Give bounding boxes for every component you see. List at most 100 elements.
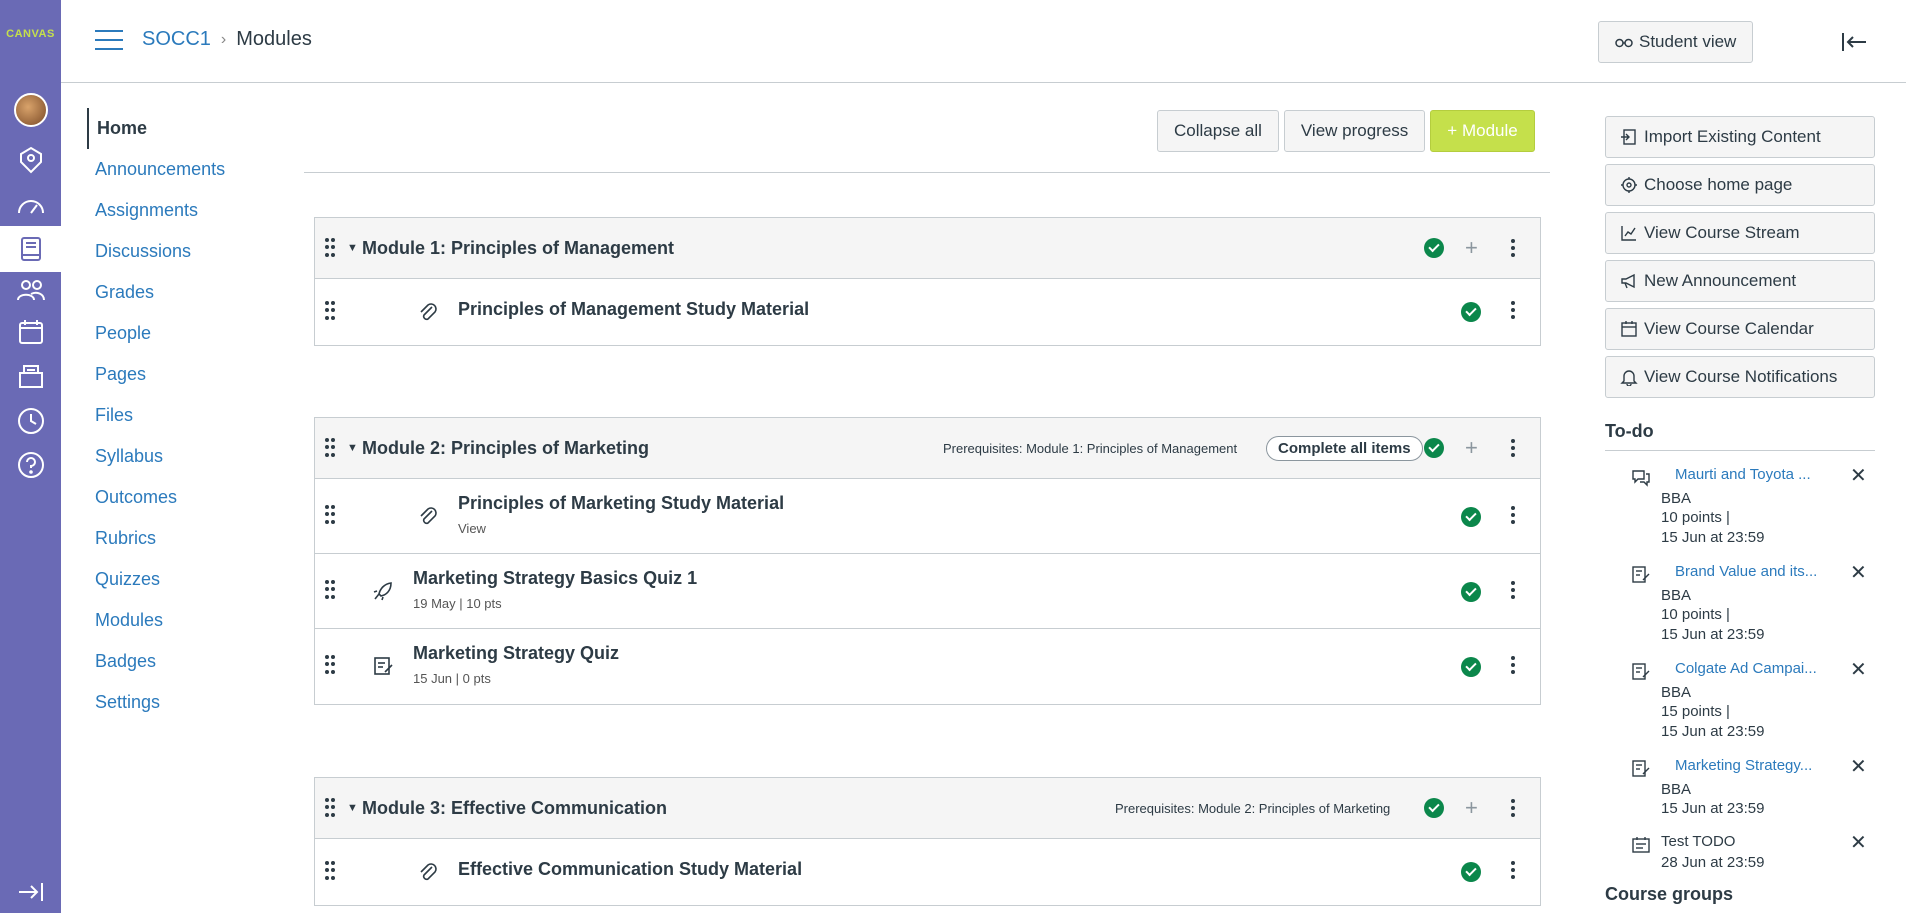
todo-title-link[interactable]: Maurti and Toyota ...	[1675, 466, 1811, 483]
module-menu-icon[interactable]	[1511, 239, 1515, 257]
hamburger-menu-icon[interactable]	[95, 30, 123, 52]
course-nav-pages[interactable]: Pages	[87, 354, 267, 395]
bell-icon	[1620, 370, 1638, 386]
todo-title-link[interactable]: Brand Value and its...	[1675, 563, 1817, 580]
todo-due: 15 Jun at 23:59	[1661, 529, 1765, 546]
dismiss-icon[interactable]: ✕	[1850, 466, 1867, 486]
choose-home-page-button[interactable]: Choose home page	[1605, 164, 1875, 206]
module-3: ▼ Module 3: Effective Communication Prer…	[314, 777, 1541, 906]
calendar-icon[interactable]	[0, 310, 61, 354]
module-header[interactable]: ▼ Module 3: Effective Communication Prer…	[315, 778, 1540, 839]
drag-handle-icon[interactable]	[325, 798, 335, 818]
item-menu-icon[interactable]	[1511, 301, 1515, 319]
item-title[interactable]: Principles of Marketing Study Material	[458, 493, 784, 514]
module-header[interactable]: ▼ Module 2: Principles of Marketing Prer…	[315, 418, 1540, 479]
todo-title[interactable]: Test TODO	[1661, 833, 1735, 850]
drag-handle-icon[interactable]	[325, 580, 335, 600]
collapse-caret-icon[interactable]: ▼	[347, 242, 358, 254]
courses-icon[interactable]	[0, 226, 61, 272]
attachment-icon	[420, 303, 437, 321]
module-1: ▼ Module 1: Principles of Management + P…	[314, 217, 1541, 346]
expand-nav-icon[interactable]	[0, 870, 61, 914]
item-menu-icon[interactable]	[1511, 581, 1515, 599]
course-nav-home[interactable]: Home	[87, 108, 267, 149]
collapse-caret-icon[interactable]: ▼	[347, 442, 358, 454]
item-title[interactable]: Marketing Strategy Quiz	[413, 643, 619, 664]
rocket-quiz-icon	[373, 582, 392, 601]
collapse-caret-icon[interactable]: ▼	[347, 802, 358, 814]
target-icon	[1621, 177, 1637, 193]
course-nav-outcomes[interactable]: Outcomes	[87, 477, 267, 518]
module-item[interactable]: Marketing Strategy Basics Quiz 1 19 May …	[315, 554, 1540, 629]
view-progress-button[interactable]: View progress	[1283, 110, 1426, 152]
completed-check-icon	[1461, 302, 1481, 322]
course-nav-grades[interactable]: Grades	[87, 272, 267, 313]
dismiss-icon[interactable]: ✕	[1850, 660, 1867, 680]
module-header[interactable]: ▼ Module 1: Principles of Management +	[315, 218, 1540, 279]
todo-title-link[interactable]: Colgate Ad Campai...	[1675, 660, 1817, 677]
collapse-sidebar-icon[interactable]	[1840, 28, 1868, 56]
view-course-notifications-button[interactable]: View Course Notifications	[1605, 356, 1875, 398]
add-item-icon[interactable]: +	[1465, 795, 1478, 821]
groups-icon[interactable]	[0, 268, 61, 312]
module-item[interactable]: Effective Communication Study Material	[315, 839, 1540, 905]
view-course-stream-button[interactable]: View Course Stream	[1605, 212, 1875, 254]
canvas-logo[interactable]: CANVAS	[0, 28, 61, 40]
admin-icon[interactable]	[0, 138, 61, 182]
todo-icon	[1632, 837, 1650, 853]
drag-handle-icon[interactable]	[325, 655, 335, 675]
course-nav-rubrics[interactable]: Rubrics	[87, 518, 267, 559]
item-title[interactable]: Marketing Strategy Basics Quiz 1	[413, 568, 697, 589]
course-nav-modules[interactable]: Modules	[87, 600, 267, 641]
module-item[interactable]: Principles of Management Study Material	[315, 279, 1540, 345]
todo-item: Marketing Strategy... BBA 15 Jun at 23:5…	[1605, 757, 1875, 823]
collapse-all-button[interactable]: Collapse all	[1157, 110, 1279, 152]
student-view-label: Student view	[1639, 32, 1737, 51]
module-title: Module 2: Principles of Marketing	[362, 437, 650, 458]
inbox-icon[interactable]	[0, 355, 61, 399]
drag-handle-icon[interactable]	[325, 861, 335, 881]
item-menu-icon[interactable]	[1511, 656, 1515, 674]
dismiss-icon[interactable]: ✕	[1850, 833, 1867, 853]
item-menu-icon[interactable]	[1511, 506, 1515, 524]
dashboard-icon[interactable]	[0, 185, 61, 229]
item-menu-icon[interactable]	[1511, 861, 1515, 879]
course-nav-announcements[interactable]: Announcements	[87, 149, 267, 190]
dismiss-icon[interactable]: ✕	[1850, 757, 1867, 777]
add-module-button[interactable]: + Module	[1430, 110, 1535, 152]
course-nav-assignments[interactable]: Assignments	[87, 190, 267, 231]
drag-handle-icon[interactable]	[325, 438, 335, 458]
toolbar-divider	[304, 172, 1550, 173]
course-nav-files[interactable]: Files	[87, 395, 267, 436]
add-item-icon[interactable]: +	[1465, 235, 1478, 261]
view-course-calendar-button[interactable]: View Course Calendar	[1605, 308, 1875, 350]
course-nav-quizzes[interactable]: Quizzes	[87, 559, 267, 600]
course-nav-settings[interactable]: Settings	[87, 682, 267, 723]
drag-handle-icon[interactable]	[325, 238, 335, 258]
module-item[interactable]: Principles of Marketing Study Material V…	[315, 479, 1540, 554]
student-view-button[interactable]: Student view	[1598, 21, 1754, 63]
breadcrumb: SOCC1 › Modules	[142, 28, 312, 51]
course-nav-discussions[interactable]: Discussions	[87, 231, 267, 272]
new-announcement-button[interactable]: New Announcement	[1605, 260, 1875, 302]
drag-handle-icon[interactable]	[325, 301, 335, 321]
todo-title-link[interactable]: Marketing Strategy...	[1675, 757, 1812, 774]
module-item[interactable]: Marketing Strategy Quiz 15 Jun | 0 pts	[315, 629, 1540, 704]
import-content-button[interactable]: Import Existing Content	[1605, 116, 1875, 158]
module-menu-icon[interactable]	[1511, 799, 1515, 817]
item-title[interactable]: Principles of Management Study Material	[458, 299, 809, 320]
history-icon[interactable]	[0, 399, 61, 443]
attachment-icon	[420, 507, 437, 525]
account-avatar-icon[interactable]	[0, 88, 61, 132]
help-icon[interactable]	[0, 443, 61, 487]
item-title[interactable]: Effective Communication Study Material	[458, 859, 802, 880]
breadcrumb-course-link[interactable]: SOCC1	[142, 28, 211, 51]
add-item-icon[interactable]: +	[1465, 435, 1478, 461]
dismiss-icon[interactable]: ✕	[1850, 563, 1867, 583]
drag-handle-icon[interactable]	[325, 505, 335, 525]
course-nav-people[interactable]: People	[87, 313, 267, 354]
assignment-icon	[1632, 566, 1650, 583]
course-nav-badges[interactable]: Badges	[87, 641, 267, 682]
course-nav-syllabus[interactable]: Syllabus	[87, 436, 267, 477]
module-menu-icon[interactable]	[1511, 439, 1515, 457]
